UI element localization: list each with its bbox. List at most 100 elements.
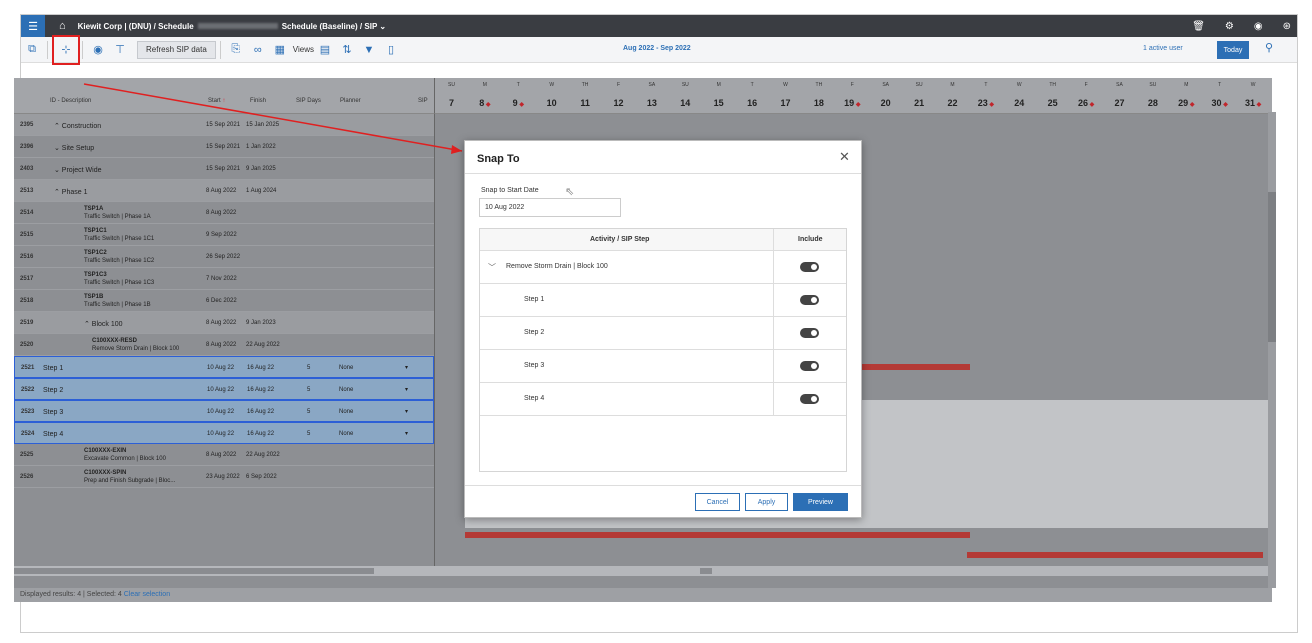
row-planner[interactable]: None [339,431,353,437]
gear-icon[interactable]: ⚙ [1225,21,1234,32]
header-id-desc[interactable]: ID - Description [50,98,91,104]
row-planner[interactable]: None [339,387,353,393]
table-row[interactable]: 2396 ⌄ Site Setup 15 Sep 2021 1 Jan 2022 [14,136,434,158]
row-planner[interactable]: None [339,365,353,371]
include-toggle[interactable] [800,262,819,272]
table-row[interactable]: 2523 Step 3 10 Aug 22 16 Aug 22 5 None ▾ [14,400,434,422]
header-planner[interactable]: Planner [340,98,361,104]
trash-icon[interactable]: 🗑 [1192,21,1205,32]
table-row[interactable]: 2515 TSP1C1 Traffic Switch | Phase 1C1 9 Se… [14,224,434,246]
list-icon[interactable]: ▤ [314,39,336,61]
weekday-label: F [616,82,621,88]
gantt-bar[interactable] [465,532,970,538]
header-finish[interactable]: Finish [250,98,266,104]
row-start: 23 Aug 2022 [206,474,240,480]
table-row[interactable]: 2403 ⌄ Project Wide 15 Sep 2021 9 Jan 2025 [14,158,434,180]
horizontal-scrollbar[interactable] [14,566,1272,576]
scroll-thumb[interactable] [14,568,374,574]
row-code: TSP1B [84,294,104,300]
header-start[interactable]: Start ↑ [208,98,225,104]
include-toggle[interactable] [800,295,819,305]
row-desc: Step 1 [43,365,64,372]
row-finish: 15 Jan 2025 [246,122,280,128]
clear-selection-link[interactable]: Clear selection [124,591,170,598]
filter-icon[interactable]: ▼ [358,39,380,61]
views-icon[interactable]: ▦ [269,39,291,61]
scroll-thumb[interactable] [1268,192,1276,342]
day-number-text: 22 [947,98,958,108]
snap-to-icon[interactable]: ⊹ [52,34,80,65]
preview-button[interactable]: Preview [793,493,848,511]
active-users[interactable]: 1 active user [1143,45,1183,52]
search-icon[interactable]: ⚲ [1265,41,1273,54]
day-number: 8 ◆ [468,98,501,108]
day-number: 14 [669,98,702,108]
home-icon[interactable]: ⌂ [59,20,66,32]
row-start: 10 Aug 22 [207,365,235,371]
export-icon[interactable]: ⎘ [225,39,247,61]
row-id: 2524 [21,431,35,437]
header-sip-days[interactable]: SIP Days [296,98,321,104]
dropdown-icon[interactable]: ▾ [405,386,408,393]
cancel-button[interactable]: Cancel [695,493,740,511]
table-row[interactable]: 2521 Step 1 10 Aug 22 16 Aug 22 5 None ▾ [14,356,434,378]
include-toggle[interactable] [800,394,819,404]
table-row[interactable]: 2513 ⌃ Phase 1 8 Aug 2022 1 Aug 2024 [14,180,434,202]
table-row[interactable]: 2518 TSP1B Traffic Switch | Phase 1B 6 Dec … [14,290,434,312]
scroll-thumb[interactable] [700,568,712,574]
day-column-header: SU 14 [669,78,702,114]
row-code: TSP1C2 [84,250,107,256]
table-row[interactable]: 2524 Step 4 10 Aug 22 16 Aug 22 5 None ▾ [14,422,434,444]
copy-icon[interactable]: ⧉ [21,39,43,61]
row-desc: Step 4 [43,431,64,438]
apply-button[interactable]: Apply [745,493,788,511]
table-row[interactable]: 2525 C100XXX-EXIN Excavate Common | Block … [14,444,434,466]
today-button[interactable]: Today [1217,41,1249,59]
row-finish: 16 Aug 22 [247,431,275,437]
vertical-scrollbar[interactable] [1268,112,1276,588]
day-column-header: W 31 ◆ [1237,78,1270,114]
user-icon[interactable]: ⊛ [1283,21,1291,32]
columns-icon[interactable]: ▯ [380,39,402,61]
day-number: 22 [936,98,969,108]
column-activity: Activity / SIP Step [590,236,650,243]
dropdown-icon[interactable]: ▾ [405,430,408,437]
include-toggle[interactable] [800,328,819,338]
snap-date-input[interactable]: 10 Aug 2022 [479,198,621,217]
table-row[interactable]: 2516 TSP1C2 Traffic Switch | Phase 1C2 26 S… [14,246,434,268]
table-row[interactable]: 2526 C100XXX-SPIN Prep and Finish Subgrade… [14,466,434,488]
table-row[interactable]: 2520 C100XXX-RESD Remove Storm Drain | Blo… [14,334,434,356]
table-row[interactable]: 2517 TSP1C3 Traffic Switch | Phase 1C3 7 No… [14,268,434,290]
gantt-bar[interactable] [967,552,1263,558]
eye-icon[interactable]: ◉ [87,39,109,61]
sort-icon[interactable]: ⇅ [336,39,358,61]
refresh-sip-button[interactable]: Refresh SIP data [137,40,216,59]
include-toggle[interactable] [800,361,819,371]
dropdown-icon[interactable]: ▾ [405,364,408,371]
day-number: 17 [769,98,802,108]
top-bar: ☰ ⌂ Kiewit Corp | (DNU) / Schedule Schedu… [21,15,1297,37]
hierarchy-icon[interactable]: ⊤ [109,39,131,61]
cursor-icon: ⇖ [565,186,575,198]
milestone-icon: ◆ [854,102,861,108]
breadcrumb[interactable]: Kiewit Corp | (DNU) / Schedule Schedule (… [78,22,386,31]
row-start: 9 Sep 2022 [206,232,237,238]
table-row[interactable]: 2395 ⌃ Construction 15 Sep 2021 15 Jan 2025 [14,114,434,136]
table-row[interactable]: 2522 Step 2 10 Aug 22 16 Aug 22 5 None ▾ [14,378,434,400]
chevron-down-icon[interactable]: ﹀ [488,262,496,273]
link-icon[interactable]: ∞ [247,39,269,61]
menu-icon[interactable]: ☰ [21,15,45,37]
dropdown-icon[interactable]: ▾ [405,408,408,415]
row-id: 2514 [20,210,34,216]
row-desc: Step 2 [43,387,64,394]
row-planner[interactable]: None [339,409,353,415]
row-id: 2395 [20,122,34,128]
table-row[interactable]: 2519 ⌃ Block 100 8 Aug 2022 9 Jan 2023 [14,312,434,334]
row-start: 8 Aug 2022 [206,320,237,326]
header-sip[interactable]: SIP [418,98,428,104]
views-button[interactable]: Views [293,45,314,54]
close-icon[interactable]: ✕ [839,149,850,165]
table-row[interactable]: 2514 TSP1A Traffic Switch | Phase 1A 8 Aug … [14,202,434,224]
help-icon[interactable]: ◉ [1254,21,1263,32]
day-number: 12 [602,98,635,108]
